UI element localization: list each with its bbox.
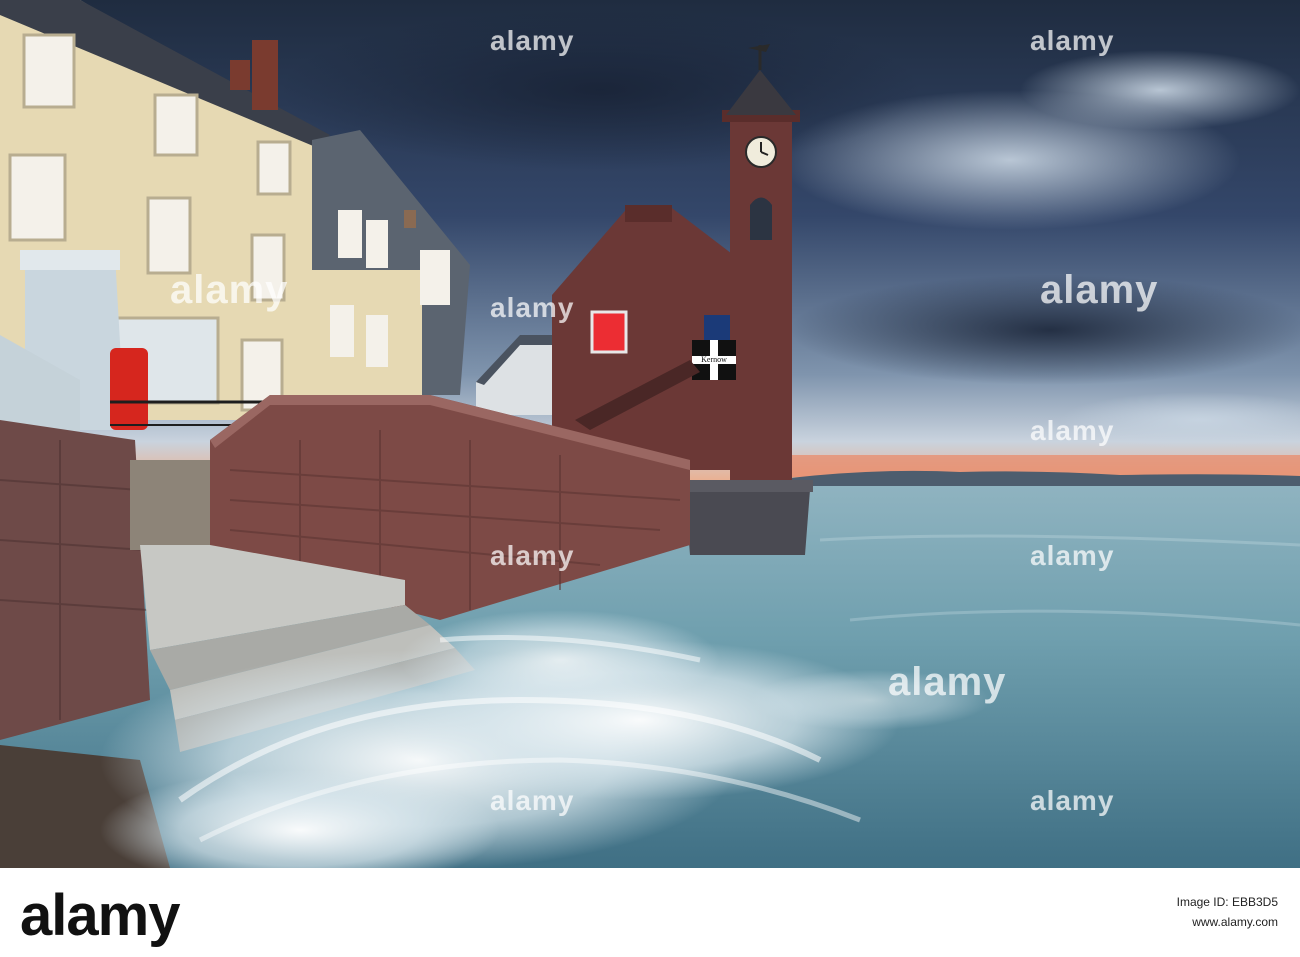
watermark: alamy bbox=[1030, 540, 1115, 571]
site-url[interactable]: www.alamy.com bbox=[1177, 912, 1278, 932]
image-reference: Image ID: EBB3D5 www.alamy.com bbox=[1177, 892, 1278, 932]
image-id: Image ID: EBB3D5 bbox=[1176, 895, 1278, 909]
watermark: alamy bbox=[490, 292, 575, 323]
stock-footer: alamy Image ID: EBB3D5 www.alamy.com bbox=[0, 868, 1300, 957]
cloud-bright bbox=[1020, 50, 1300, 130]
cloud-dark bbox=[280, 10, 920, 170]
watermark: alamy bbox=[170, 268, 289, 312]
watermark: alamy bbox=[490, 540, 575, 571]
watermark: alamy bbox=[1030, 25, 1115, 56]
watermark: alamy bbox=[888, 660, 1007, 704]
watermark: alamy bbox=[1030, 785, 1115, 816]
alamy-logo: alamy bbox=[20, 883, 180, 948]
watermark: alamy bbox=[1040, 268, 1159, 312]
stage: Kernow alamy alamy alamy alamy alamy ala… bbox=[0, 0, 1300, 957]
photo: Kernow alamy alamy alamy alamy alamy ala… bbox=[0, 0, 1300, 868]
watermark: alamy bbox=[490, 785, 575, 816]
flag-text: Kernow bbox=[701, 355, 727, 364]
watermark: alamy bbox=[490, 25, 575, 56]
watermark: alamy bbox=[1030, 415, 1115, 446]
clock-tower bbox=[730, 115, 792, 480]
